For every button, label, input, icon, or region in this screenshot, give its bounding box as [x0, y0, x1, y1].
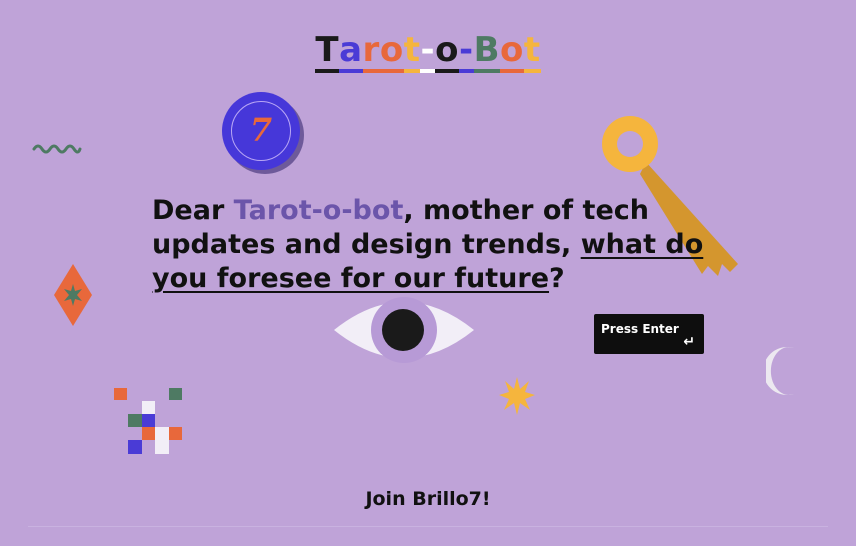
logo-letter: r — [362, 32, 380, 73]
logo-letter: o — [499, 32, 524, 73]
headline-part1: Dear — [152, 195, 234, 226]
headline-end: ? — [549, 263, 565, 294]
press-enter-button[interactable]: Press Enter ↵ — [594, 314, 704, 354]
squiggle-icon — [32, 144, 82, 154]
logo-letter: o — [379, 32, 404, 73]
footer-divider — [28, 526, 828, 527]
enter-arrow-icon: ↵ — [683, 334, 695, 350]
logo-letter: o — [435, 32, 459, 73]
press-enter-label: Press Enter — [601, 322, 679, 336]
logo-letter: T — [315, 32, 340, 73]
pixel-mosaic-icon — [114, 388, 182, 454]
join-brillo7-link[interactable]: Join Brillo7! — [0, 488, 856, 510]
headline: Dear Tarot-o-bot, mother of tech updates… — [152, 194, 712, 296]
diamond-star-icon — [54, 264, 92, 326]
logo-letter: a — [339, 32, 363, 73]
headline-highlight: Tarot-o-bot — [233, 195, 404, 226]
logo-letter: t — [523, 32, 541, 73]
logo-letter: - — [458, 32, 474, 73]
eye-icon — [334, 297, 474, 363]
sparkle-star-icon — [499, 377, 535, 415]
crescent-moon-icon — [766, 347, 794, 395]
logo-letter: B — [473, 32, 500, 73]
logo-tarot-o-bot[interactable]: Tarot-o-Bot — [0, 30, 856, 73]
logo-letter: - — [420, 32, 436, 73]
logo-letter: t — [403, 32, 421, 73]
coin-number: 7 — [249, 111, 273, 149]
